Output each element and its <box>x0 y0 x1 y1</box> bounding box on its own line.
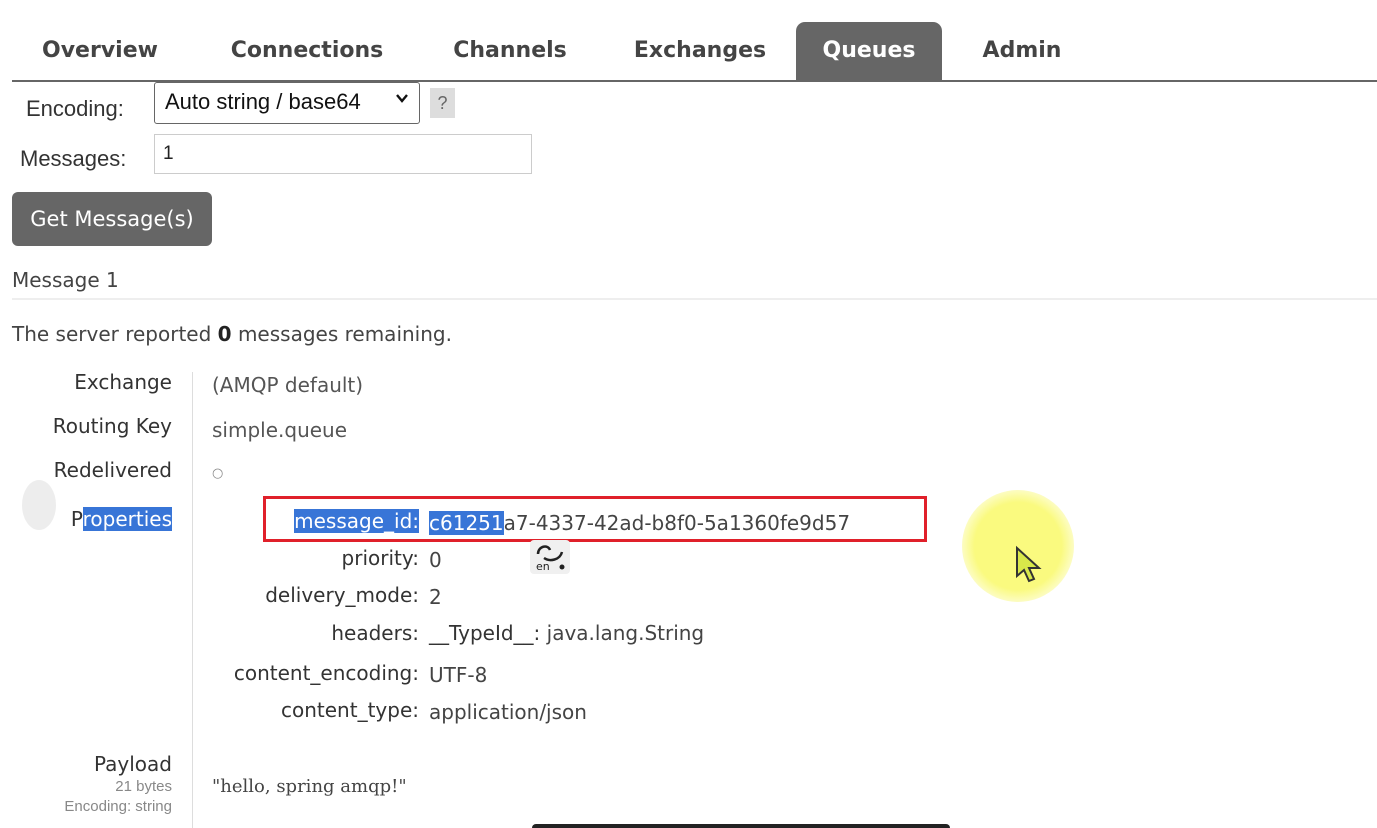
tab-admin[interactable]: Admin <box>962 22 1082 80</box>
ime-text: en <box>536 560 550 573</box>
properties-label-selected: roperties <box>82 507 172 531</box>
priority-label: priority: <box>341 546 419 570</box>
redelivered-label: Redelivered <box>53 458 172 482</box>
bottom-bar <box>532 824 950 828</box>
tab-exchanges[interactable]: Exchanges <box>610 22 790 80</box>
encoding-label: Encoding: <box>26 96 124 121</box>
content-encoding-value: UTF-8 <box>429 663 488 687</box>
ime-indicator-icon: en <box>530 540 570 574</box>
routing-key-value: simple.queue <box>212 418 348 442</box>
message-title: Message 1 <box>12 268 119 292</box>
nav-tabs: Overview Connections Channels Exchanges … <box>12 22 1377 82</box>
priority-value: 0 <box>429 548 442 572</box>
message-id-selected: c61251 <box>429 511 504 535</box>
properties-label-first: P <box>70 507 83 531</box>
server-status-post: messages remaining. <box>231 322 452 346</box>
tab-connections[interactable]: Connections <box>202 22 412 80</box>
message-id-rest: a7-4337-42ad-b8f0-5a1360fe9d57 <box>503 511 851 535</box>
payload-value: "hello, spring amqp!" <box>212 776 407 797</box>
cursor-trail <box>22 480 56 530</box>
exchange-label: Exchange <box>74 370 172 394</box>
messages-label: Messages: <box>20 146 127 171</box>
payload-size: 21 bytes <box>115 778 172 795</box>
delivery-mode-label: delivery_mode: <box>265 583 419 607</box>
headers-value: __TypeId__: java.lang.String <box>429 621 704 645</box>
payload-label: Payload <box>94 752 172 776</box>
server-status: The server reported 0 messages remaining… <box>12 322 452 346</box>
content-encoding-label: content_encoding: <box>233 661 419 685</box>
message-id-label: message_id: <box>294 509 419 533</box>
exchange-value: (AMQP default) <box>212 373 364 397</box>
help-button[interactable]: ? <box>430 88 455 118</box>
headers-type: java.lang.String <box>546 621 705 645</box>
encoding-select[interactable]: Auto string / base64 <box>154 82 420 124</box>
server-status-pre: The server reported <box>12 322 218 346</box>
tab-overview[interactable]: Overview <box>20 22 180 80</box>
messages-count-input[interactable]: 1 <box>154 134 532 174</box>
divider <box>12 298 1377 300</box>
payload-encoding: Encoding: string <box>64 798 172 815</box>
tab-queues[interactable]: Queues <box>796 22 942 80</box>
chevron-down-icon <box>395 89 409 110</box>
tab-channels[interactable]: Channels <box>430 22 590 80</box>
content-type-label: content_type: <box>281 698 419 722</box>
properties-label: Properties <box>71 507 172 531</box>
delivery-mode-value: 2 <box>429 585 442 609</box>
routing-key-label: Routing Key <box>52 414 172 438</box>
headers-key: __TypeId__: <box>429 621 541 645</box>
message-id-value[interactable]: c61251a7-4337-42ad-b8f0-5a1360fe9d57 <box>429 511 850 535</box>
headers-label: headers: <box>331 621 419 645</box>
content-type-value: application/json <box>429 700 587 724</box>
encoding-value: Auto string / base64 <box>165 89 361 114</box>
redelivered-value: ○ <box>212 466 224 481</box>
remaining-count: 0 <box>217 322 232 346</box>
get-messages-button[interactable]: Get Message(s) <box>12 192 212 246</box>
message-id-label-text: message_id: <box>294 509 419 533</box>
mouse-pointer-icon <box>1014 545 1044 590</box>
details-divider <box>192 372 193 828</box>
